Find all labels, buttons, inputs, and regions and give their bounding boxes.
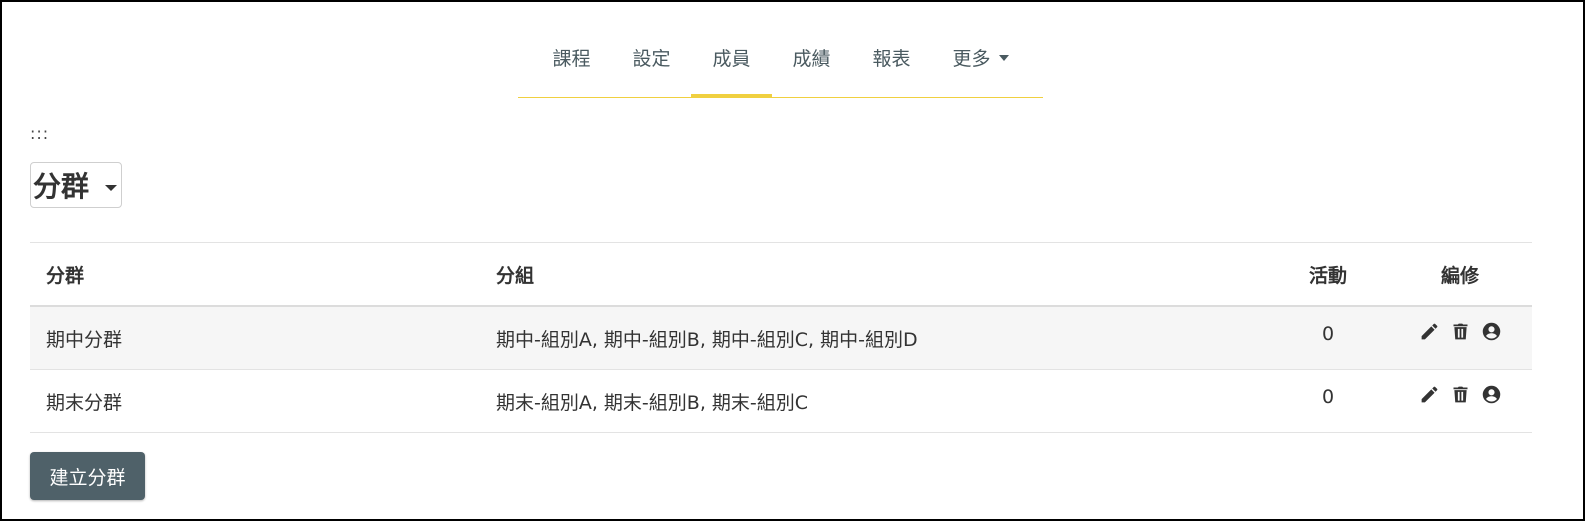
activity-count: 0 — [1321, 386, 1335, 408]
create-grouping-button[interactable]: 建立分群 — [30, 452, 145, 500]
user-circle-icon[interactable] — [1481, 321, 1502, 342]
chevron-down-icon — [998, 55, 1009, 61]
pencil-icon[interactable] — [1419, 321, 1440, 342]
tab-reports-label: 報表 — [872, 48, 911, 70]
user-circle-icon[interactable] — [1481, 384, 1502, 405]
tab-more[interactable]: 更多 — [932, 30, 1030, 97]
grouping-name: 期中分群 — [30, 306, 480, 370]
header-edit: 編修 — [1388, 242, 1532, 307]
pencil-icon[interactable] — [1419, 384, 1440, 405]
table-row: 期末分群 期末-組別A, 期末-組別B, 期末-組別C 0 — [30, 369, 1532, 433]
trash-icon[interactable] — [1450, 384, 1471, 405]
grouping-dropdown[interactable]: 分群 — [30, 162, 122, 208]
tab-settings-label: 設定 — [632, 48, 671, 70]
grouping-groups: 期中-組別A, 期中-組別B, 期中-組別C, 期中-組別D — [480, 306, 1268, 370]
tab-course-label: 課程 — [552, 48, 591, 70]
activity-count-cell: 0 — [1268, 369, 1388, 433]
groupings-table: 分群 分組 活動 編修 期中分群 期中-組別A, 期中-組別B, 期中-組別C,… — [30, 242, 1532, 433]
grouping-groups: 期末-組別A, 期末-組別B, 期末-組別C — [480, 369, 1268, 433]
page-title: 分群 — [33, 170, 90, 203]
header-groups: 分組 — [480, 242, 1268, 307]
drag-handle-dots[interactable]: ::: — [30, 124, 49, 143]
edit-actions — [1388, 369, 1532, 433]
tab-more-label: 更多 — [952, 48, 991, 70]
grouping-name: 期末分群 — [30, 369, 480, 433]
trash-icon[interactable] — [1450, 321, 1471, 342]
page-frame: 課程 設定 成員 成績 報表 更多 ::: 分群 分群 分組 活動 編修 期中分… — [0, 0, 1585, 521]
table-row: 期中分群 期中-組別A, 期中-組別B, 期中-組別C, 期中-組別D 0 — [30, 306, 1532, 370]
tab-settings[interactable]: 設定 — [611, 30, 691, 97]
activity-count-cell: 0 — [1268, 306, 1388, 370]
tab-course[interactable]: 課程 — [531, 30, 611, 97]
header-activity: 活動 — [1268, 242, 1388, 307]
header-grouping: 分群 — [30, 242, 480, 307]
tab-members-label: 成員 — [712, 48, 751, 70]
tab-members[interactable]: 成員 — [691, 30, 772, 98]
top-nav: 課程 設定 成員 成績 報表 更多 — [518, 30, 1043, 98]
activity-count: 0 — [1321, 323, 1335, 345]
caret-down-icon — [105, 185, 118, 191]
tab-reports[interactable]: 報表 — [852, 30, 932, 97]
table-header-row: 分群 分組 活動 編修 — [30, 242, 1532, 307]
tab-grades[interactable]: 成績 — [772, 30, 852, 97]
tab-grades-label: 成績 — [792, 48, 831, 70]
edit-actions — [1388, 306, 1532, 370]
